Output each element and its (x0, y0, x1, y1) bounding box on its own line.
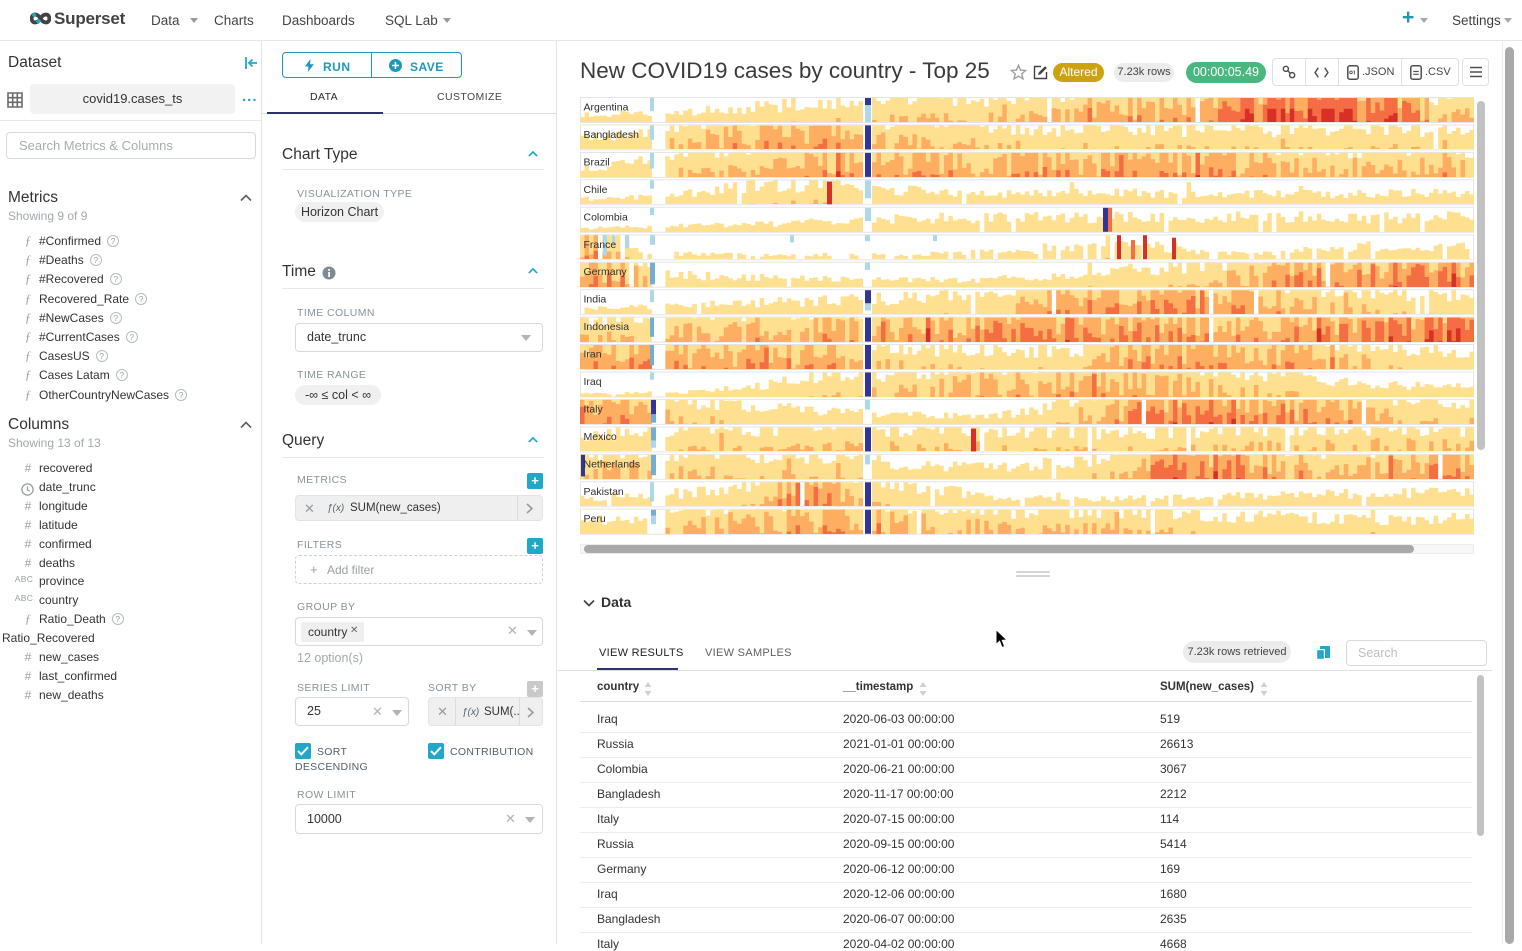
svg-text:Colombia: Colombia (584, 211, 629, 223)
svg-text:Indonesia: Indonesia (584, 321, 630, 333)
svg-text:Italy: Italy (584, 403, 604, 415)
svg-text:Chile: Chile (584, 184, 608, 196)
svg-text:Pakistan: Pakistan (584, 486, 624, 498)
svg-text:Iraq: Iraq (584, 376, 602, 388)
svg-text:France: France (584, 239, 617, 251)
svg-text:India: India (584, 294, 607, 306)
svg-text:Netherlands: Netherlands (584, 458, 641, 470)
svg-text:Bangladesh: Bangladesh (584, 129, 640, 141)
svg-text:Germany: Germany (584, 266, 628, 278)
svg-text:Iran: Iran (584, 349, 602, 361)
svg-text:Brazil: Brazil (584, 156, 610, 168)
svg-text:Argentina: Argentina (584, 102, 629, 114)
svg-text:Mexico: Mexico (584, 431, 617, 443)
svg-text:Peru: Peru (584, 513, 606, 525)
